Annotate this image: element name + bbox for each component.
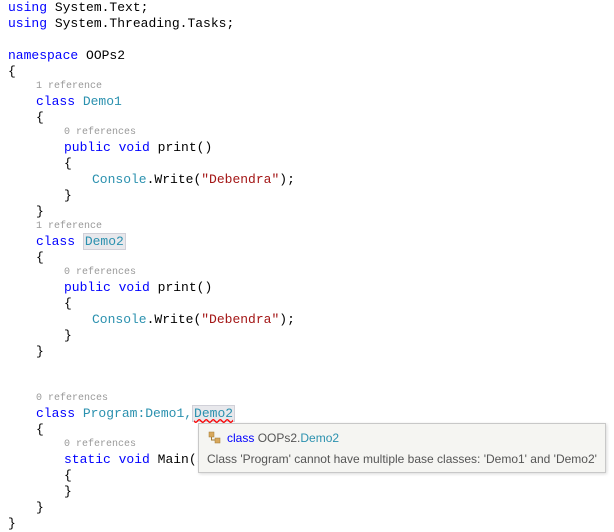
write-method: Write (154, 172, 193, 187)
void-keyword: void (119, 140, 150, 155)
brace-close-namespace[interactable]: } (0, 516, 614, 532)
public-keyword: public (64, 140, 111, 155)
tooltip-class-line: class OOPs2.Demo2 (227, 431, 339, 445)
error-tooltip: class OOPs2.Demo2 Class 'Program' cannot… (198, 423, 606, 473)
classname-program: Program (83, 406, 138, 421)
semicolon: ; (226, 16, 234, 31)
brace-open-print2[interactable]: { (0, 296, 614, 312)
semicolon: ; (141, 0, 149, 15)
method-print2-decl[interactable]: public void print() (0, 280, 614, 296)
brace-close-demo1[interactable]: } (0, 204, 614, 220)
brace-close-program[interactable]: } (0, 500, 614, 516)
public-keyword: public (64, 280, 111, 295)
console-write-1[interactable]: Console.Write("Debendra"); (0, 172, 614, 188)
tooltip-header: class OOPs2.Demo2 (207, 430, 597, 446)
class-keyword: class (36, 406, 75, 421)
using-keyword: using (8, 0, 47, 15)
namespace-text: System.Text (55, 0, 141, 15)
brace-open-demo2[interactable]: { (0, 250, 614, 266)
class-keyword: class (36, 234, 75, 249)
using-line-1[interactable]: using System.Text; (0, 0, 614, 16)
using-keyword: using (8, 16, 47, 31)
brace-close-main[interactable]: } (0, 484, 614, 500)
brace-open-demo1[interactable]: { (0, 110, 614, 126)
blank-line (0, 376, 614, 392)
string-literal-1: "Debendra" (201, 172, 279, 187)
tooltip-error-message: Class 'Program' cannot have multiple bas… (207, 452, 597, 466)
classname-demo2: Demo2 (83, 233, 126, 250)
void-keyword: void (119, 280, 150, 295)
method-name-print1: print (158, 140, 197, 155)
console-write-2[interactable]: Console.Write("Debendra"); (0, 312, 614, 328)
method-print1-decl[interactable]: public void print() (0, 140, 614, 156)
brace-open-print1[interactable]: { (0, 156, 614, 172)
class-icon (207, 430, 223, 446)
codelens-demo2[interactable]: 1 reference (0, 220, 614, 234)
class-demo1-decl[interactable]: class Demo1 (0, 94, 614, 110)
using-line-2[interactable]: using System.Threading.Tasks; (0, 16, 614, 32)
brace-open-namespace[interactable]: { (0, 64, 614, 80)
write-method: Write (154, 312, 193, 327)
string-literal-2: "Debendra" (201, 312, 279, 327)
console-class: Console (92, 312, 147, 327)
parens: () (197, 280, 213, 295)
base-list: :Demo1, (137, 406, 192, 421)
codelens-program[interactable]: 0 references (0, 392, 614, 406)
codelens-print2[interactable]: 0 references (0, 266, 614, 280)
brace-close-demo2[interactable]: } (0, 344, 614, 360)
classname-demo1: Demo1 (83, 94, 122, 109)
parens: () (197, 140, 213, 155)
namespace-line[interactable]: namespace OOPs2 (0, 48, 614, 64)
void-keyword: void (119, 452, 150, 467)
namespace-name: OOPs2 (86, 48, 125, 63)
base-demo2-error: Demo2 (192, 405, 235, 422)
blank-line (0, 360, 614, 376)
class-demo2-decl[interactable]: class Demo2 (0, 234, 614, 250)
method-name-print2: print (158, 280, 197, 295)
namespace-text: System.Threading.Tasks (55, 16, 227, 31)
namespace-keyword: namespace (8, 48, 78, 63)
blank-line (0, 32, 614, 48)
class-program-decl[interactable]: class Program:Demo1,Demo2 (0, 406, 614, 422)
brace-close-print1[interactable]: } (0, 188, 614, 204)
static-keyword: static (64, 452, 111, 467)
console-class: Console (92, 172, 147, 187)
class-keyword: class (36, 94, 75, 109)
codelens-print1[interactable]: 0 references (0, 126, 614, 140)
brace-close-print2[interactable]: } (0, 328, 614, 344)
codelens-demo1[interactable]: 1 reference (0, 80, 614, 94)
method-name-main: Main (158, 452, 189, 467)
